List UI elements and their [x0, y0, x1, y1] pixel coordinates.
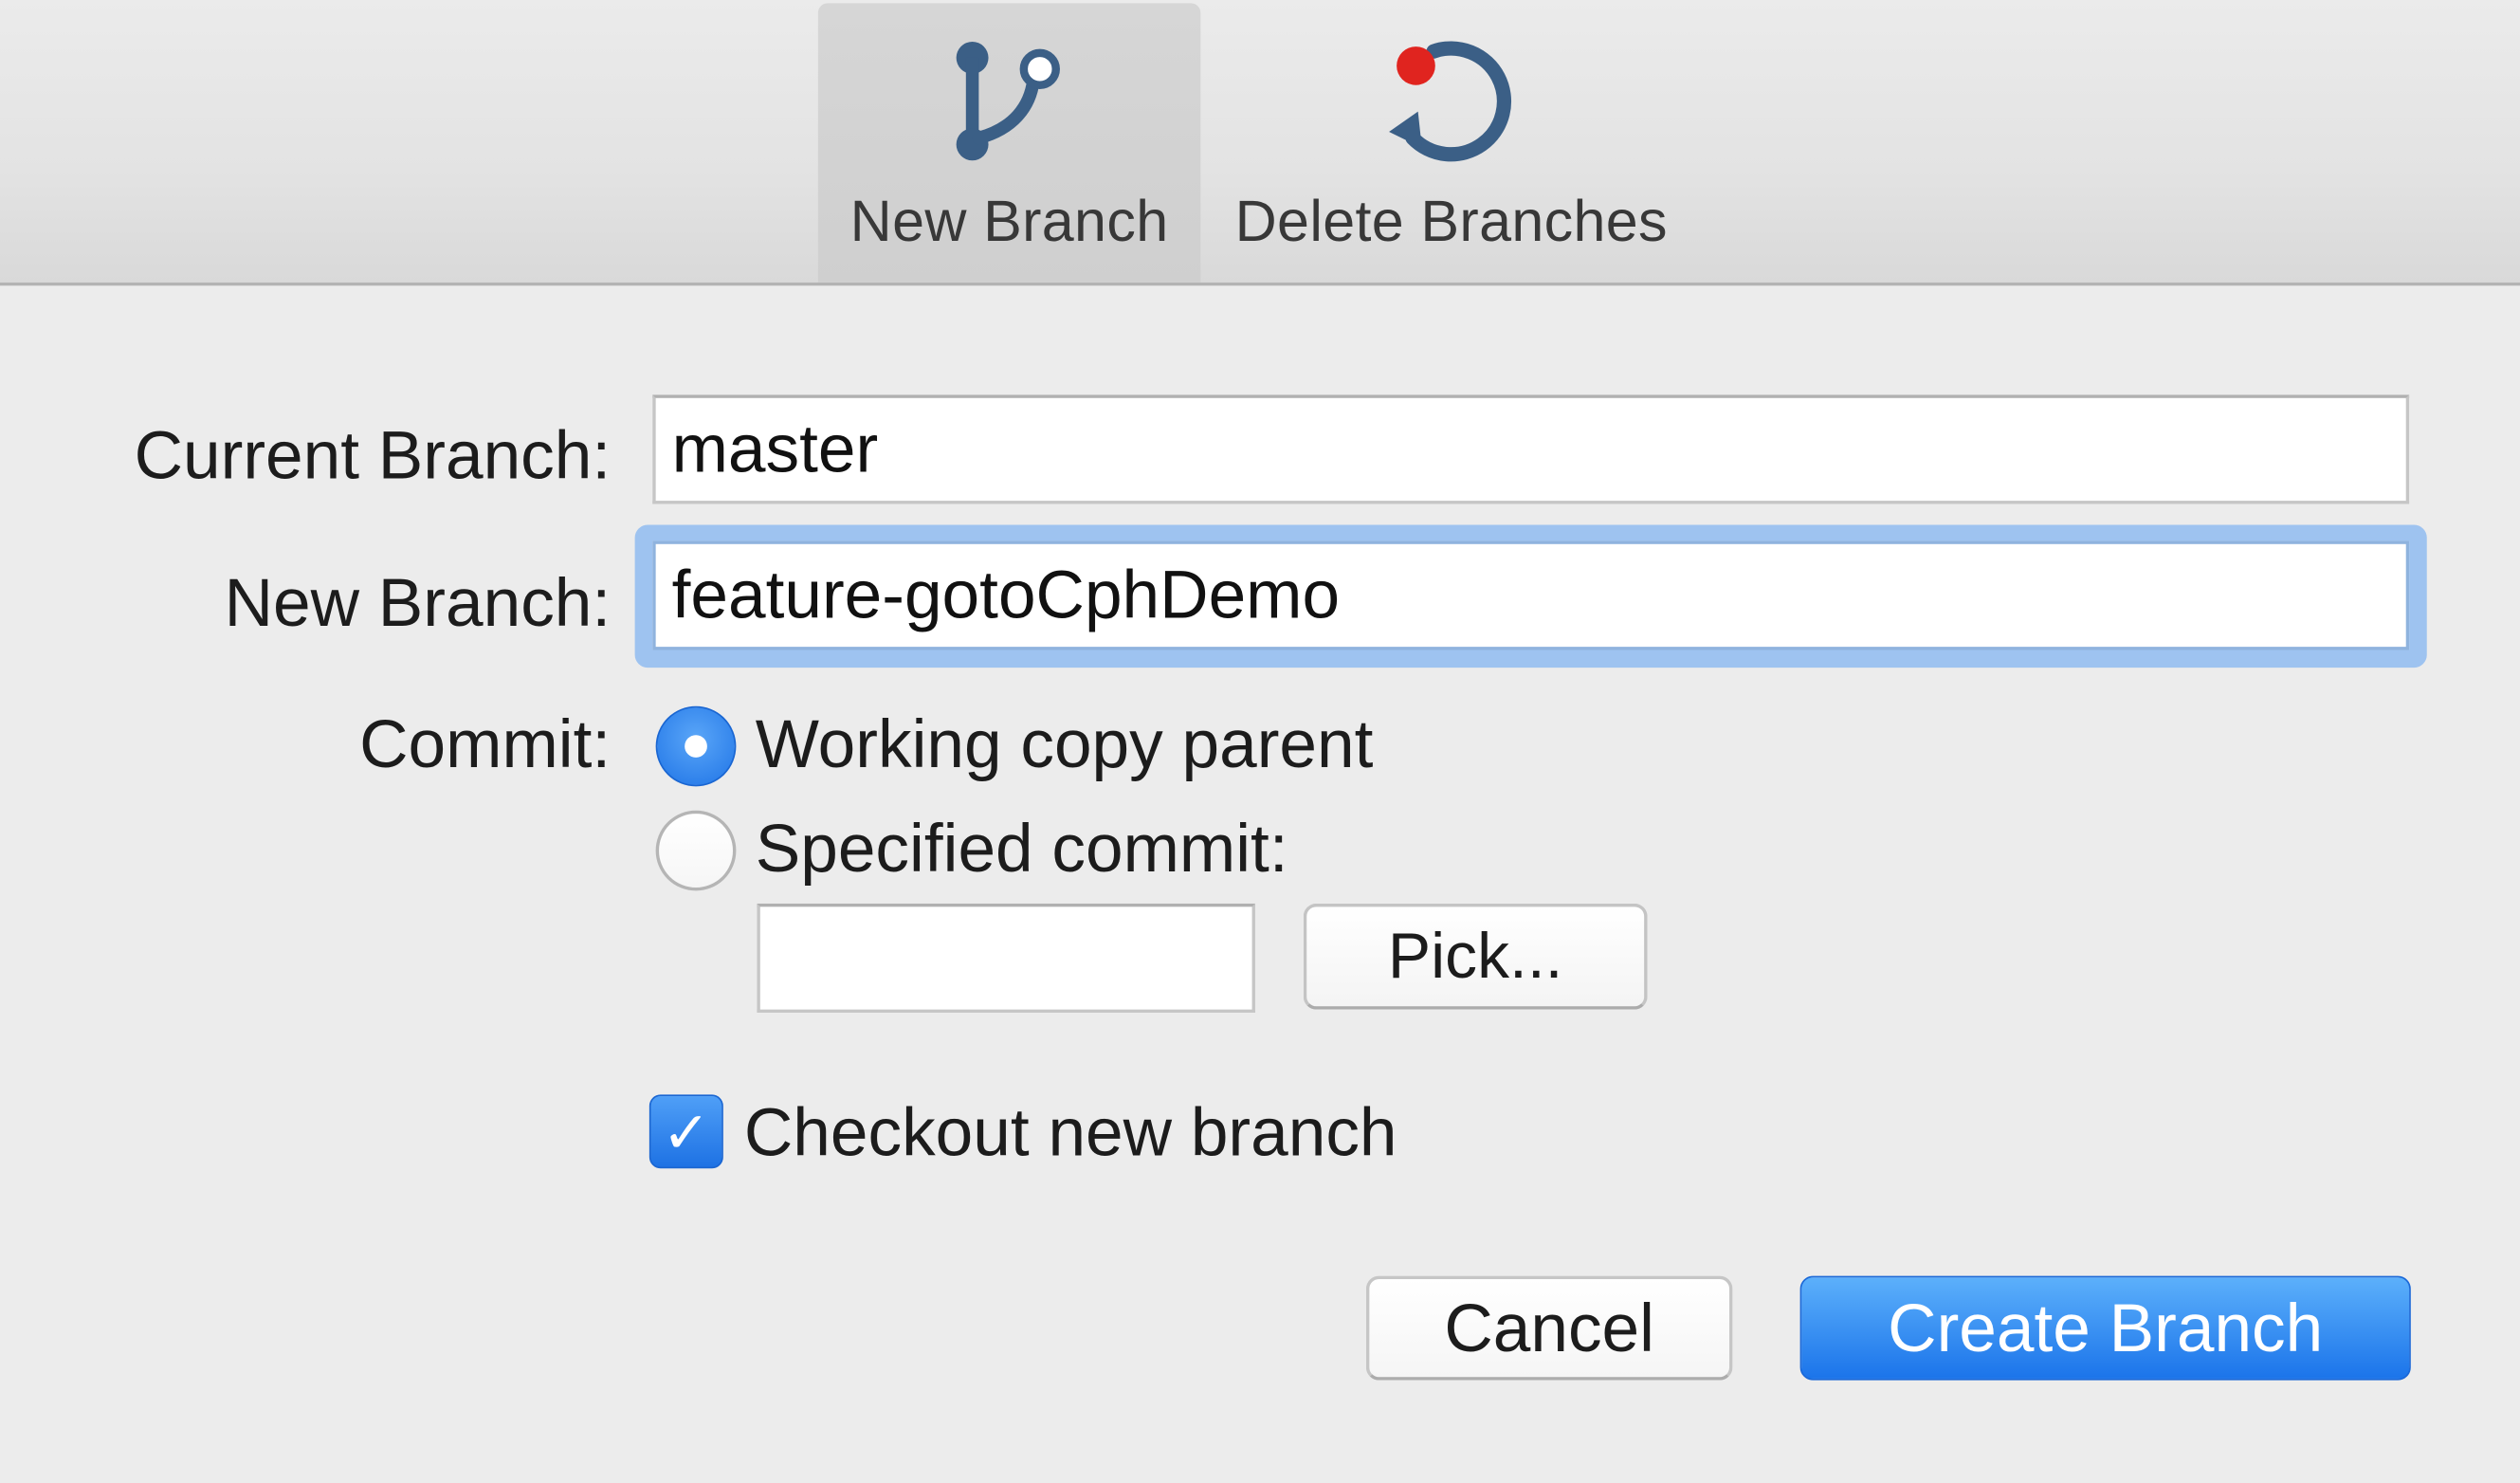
checkout-new-branch-label[interactable]: Checkout new branch [744, 1094, 1397, 1171]
commit-label: Commit: [359, 705, 612, 782]
branch-icon [956, 42, 1060, 161]
new-branch-label: New Branch: [224, 564, 612, 641]
delete-branches-icon [1389, 41, 1512, 162]
toolbar: New Branch Delete Branches [0, 0, 2520, 286]
checkmark-icon: ✓ [662, 1099, 711, 1165]
working-copy-parent-label[interactable]: Working copy parent [756, 706, 1374, 783]
cancel-button[interactable]: Cancel [1365, 1275, 1733, 1381]
create-branch-button[interactable]: Create Branch [1799, 1275, 2411, 1381]
working-copy-parent-radio[interactable] [655, 705, 737, 787]
toolbar-new-branch-button[interactable]: New Branch [817, 3, 1201, 283]
new-branch-input[interactable]: feature-gotoCphDemo [652, 540, 2410, 650]
toolbar-delete-branches-label: Delete Branches [1234, 188, 1668, 254]
current-branch-label: Current Branch: [134, 417, 612, 493]
radio-selected-dot [685, 735, 707, 758]
pick-commit-button[interactable]: Pick... [1303, 903, 1648, 1010]
toolbar-delete-branches-button[interactable]: Delete Branches [1209, 3, 1694, 283]
new-branch-dialog: New Branch Delete Branches Current Branc… [0, 0, 2520, 1483]
checkout-new-branch-checkbox[interactable]: ✓ [648, 1094, 723, 1169]
current-branch-field[interactable]: master [652, 394, 2410, 504]
specified-commit-radio[interactable] [655, 810, 737, 891]
specified-commit-label[interactable]: Specified commit: [756, 811, 1288, 888]
toolbar-new-branch-label: New Branch [849, 188, 1169, 254]
specified-commit-input[interactable] [757, 903, 1255, 1014]
